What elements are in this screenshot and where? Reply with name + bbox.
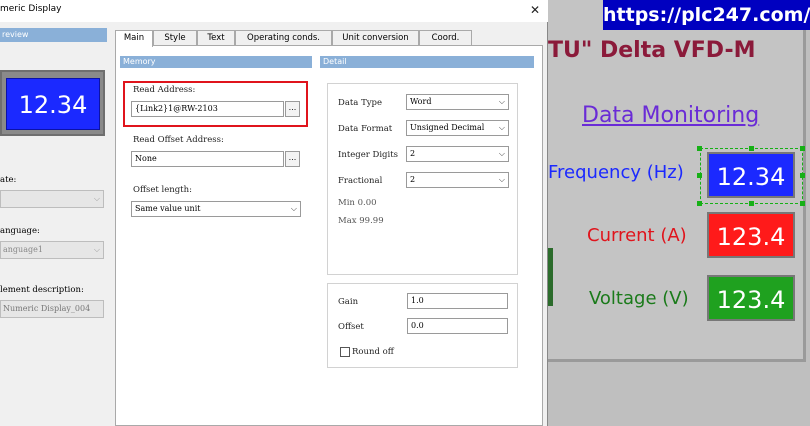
data-format-label: Data Format	[338, 124, 393, 134]
data-type-label: Data Type	[338, 98, 383, 108]
data-type-value: Word	[410, 97, 432, 106]
resize-handle[interactable]	[800, 173, 805, 178]
current-display[interactable]: 123.4	[707, 212, 795, 258]
numeric-display-dialog: meric Display ✕ review 12.34 ate: ⌵ angu…	[0, 0, 548, 426]
tab-style[interactable]: Style	[153, 30, 197, 46]
state-label: ate:	[0, 175, 17, 185]
gain-input[interactable]: 1.0	[407, 293, 508, 309]
memory-group-title: Memory	[120, 56, 312, 68]
read-address-highlight	[123, 81, 308, 127]
data-format-select[interactable]: Unsigned Decimal ⌵	[406, 120, 509, 136]
tab-coord[interactable]: Coord.	[419, 30, 472, 46]
chevron-down-icon: ⌵	[498, 175, 505, 184]
language-value: anguage1	[3, 245, 43, 254]
round-off-checkbox[interactable]	[340, 347, 350, 357]
tab-main[interactable]: Main	[115, 30, 153, 47]
language-select[interactable]: anguage1 ⌵	[0, 241, 104, 259]
dialog-title: meric Display	[0, 4, 62, 14]
chevron-down-icon: ⌵	[498, 123, 505, 132]
resize-handle[interactable]	[800, 201, 805, 206]
tab-unit-conversion[interactable]: Unit conversion	[332, 30, 419, 46]
preview-frame: 12.34	[0, 70, 105, 136]
read-offset-input[interactable]: None	[131, 151, 284, 167]
description-label: lement description:	[0, 285, 84, 295]
fractional-value: 2	[410, 175, 416, 184]
offset-length-label: Offset length:	[133, 185, 192, 195]
state-select[interactable]: ⌵	[0, 190, 104, 208]
voltage-label: Voltage (V)	[589, 288, 689, 309]
resize-handle[interactable]	[749, 201, 754, 206]
tab-text[interactable]: Text	[197, 30, 235, 46]
integer-digits-value: 2	[410, 149, 416, 158]
offset-length-select[interactable]: Same value unit ⌵	[131, 201, 301, 217]
ellipsis-icon[interactable]: ...	[285, 151, 300, 167]
voltage-display[interactable]: 123.4	[707, 275, 795, 321]
offset-label: Offset	[338, 322, 364, 332]
resize-handle[interactable]	[697, 146, 702, 151]
tab-operating-conds[interactable]: Operating conds.	[235, 30, 332, 46]
read-offset-label: Read Offset Address:	[133, 135, 224, 145]
offset-length-value: Same value unit	[135, 204, 201, 213]
resize-handle[interactable]	[749, 146, 754, 151]
url-banner: https://plc247.com/	[603, 0, 810, 30]
chevron-down-icon: ⌵	[93, 245, 100, 254]
preview-header: review	[0, 28, 107, 42]
language-label: anguage:	[0, 226, 40, 236]
frequency-label: Frequency (Hz)	[548, 162, 684, 183]
chevron-down-icon: ⌵	[290, 204, 297, 213]
detail-group-title: Detail	[320, 56, 534, 68]
description-field[interactable]: Numeric Display_004	[0, 300, 104, 318]
max-value-text: Max 99.99	[338, 216, 384, 226]
data-format-value: Unsigned Decimal	[410, 123, 485, 132]
data-monitoring-heading: Data Monitoring	[582, 103, 760, 128]
gain-label: Gain	[338, 297, 359, 307]
integer-digits-select[interactable]: 2 ⌵	[406, 146, 509, 162]
resize-handle[interactable]	[800, 146, 805, 151]
fractional-label: Fractional	[338, 176, 383, 186]
resize-handle[interactable]	[697, 173, 702, 178]
integer-digits-label: Integer Digits	[338, 150, 398, 160]
chevron-down-icon: ⌵	[498, 149, 505, 158]
chevron-down-icon: ⌵	[498, 97, 505, 106]
dialog-titlebar: meric Display ✕	[0, 0, 548, 22]
min-value-text: Min 0.00	[338, 198, 377, 208]
fractional-select[interactable]: 2 ⌵	[406, 172, 509, 188]
frequency-display[interactable]: 12.34	[707, 152, 795, 198]
resize-handle[interactable]	[697, 201, 702, 206]
data-type-select[interactable]: Word ⌵	[406, 94, 509, 110]
close-icon[interactable]: ✕	[528, 2, 542, 18]
preview-value: 12.34	[6, 78, 100, 130]
offset-input[interactable]: 0.0	[407, 318, 508, 334]
hmi-title: TU" Delta VFD-M	[548, 38, 756, 63]
chevron-down-icon: ⌵	[93, 194, 100, 203]
current-label: Current (A)	[587, 225, 687, 246]
round-off-label: Round off	[352, 347, 394, 357]
